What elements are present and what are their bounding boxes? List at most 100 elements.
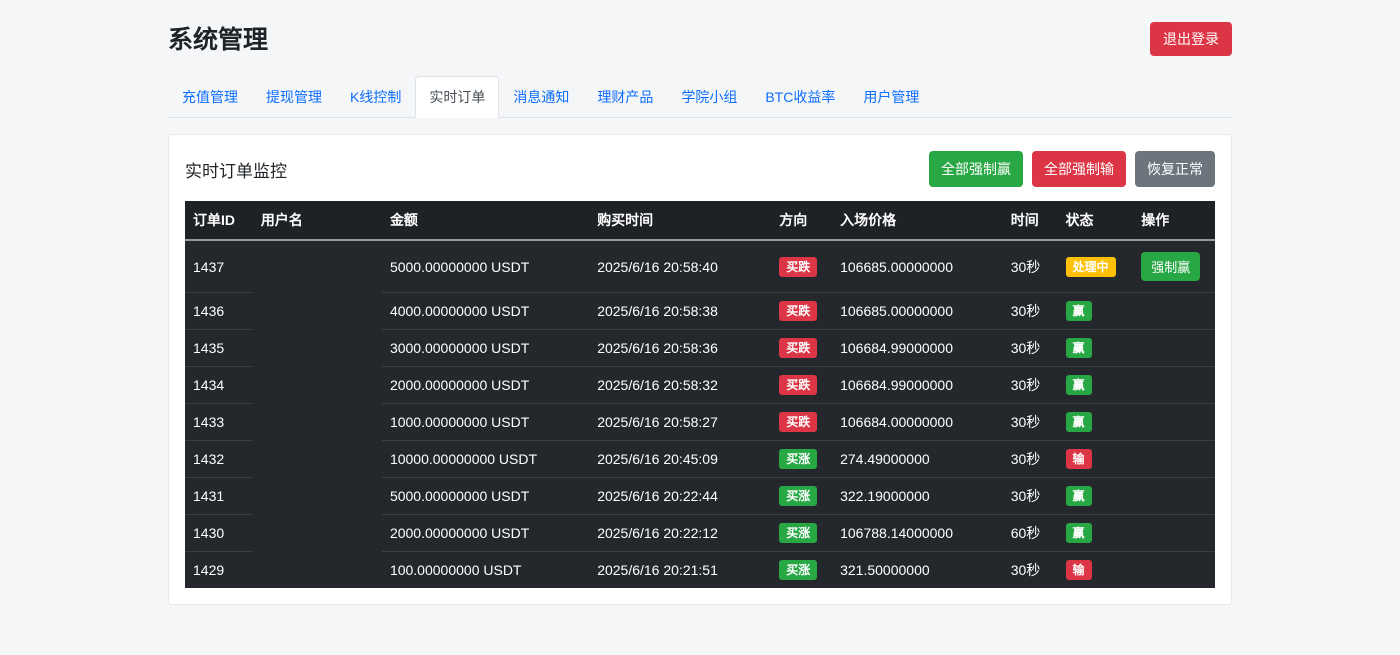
direction-cell: 买涨	[771, 478, 832, 515]
amount-cell: 2000.00000000 USDT	[382, 367, 589, 404]
status-badge: 赢	[1066, 375, 1092, 395]
entry-price-cell: 106684.00000000	[832, 404, 1003, 441]
tab-recharge-management[interactable]: 充值管理	[168, 76, 252, 118]
page-header: 系统管理 退出登录	[168, 0, 1232, 56]
force-win-button[interactable]: 强制赢	[1141, 252, 1200, 281]
username-cell	[253, 478, 382, 515]
status-badge: 赢	[1066, 338, 1092, 358]
duration-cell: 30秒	[1003, 404, 1058, 441]
table-row: 1435 3000.00000000 USDT2025/6/16 20:58:36…	[185, 330, 1215, 367]
order-id-cell: 1434	[185, 367, 253, 404]
direction-badge: 买跌	[779, 301, 817, 321]
amount-cell: 2000.00000000 USDT	[382, 515, 589, 552]
direction-cell: 买跌	[771, 330, 832, 367]
operation-cell	[1133, 367, 1215, 404]
direction-cell: 买涨	[771, 441, 832, 478]
duration-cell: 30秒	[1003, 367, 1058, 404]
tab-user-management[interactable]: 用户管理	[849, 76, 933, 118]
entry-price-cell: 106684.99000000	[832, 330, 1003, 367]
tab-withdraw-management[interactable]: 提现管理	[252, 76, 336, 118]
direction-badge: 买涨	[779, 560, 817, 580]
amount-cell: 3000.00000000 USDT	[382, 330, 589, 367]
operation-cell	[1133, 552, 1215, 589]
operation-cell	[1133, 515, 1215, 552]
tab-realtime-orders[interactable]: 实时订单	[415, 76, 499, 118]
entry-price-cell: 106685.00000000	[832, 240, 1003, 293]
status-cell: 赢	[1058, 367, 1134, 404]
order-id-cell: 1431	[185, 478, 253, 515]
force-all-win-button[interactable]: 全部强制赢	[929, 151, 1023, 187]
tab-finance-products[interactable]: 理财产品	[583, 76, 667, 118]
direction-badge: 买涨	[779, 486, 817, 506]
status-badge: 输	[1066, 560, 1092, 580]
table-row: 14375000.00000000 USDT2025/6/16 20:58:40…	[185, 240, 1215, 293]
username-cell	[253, 240, 382, 293]
force-all-lose-button[interactable]: 全部强制输	[1032, 151, 1126, 187]
status-cell: 赢	[1058, 330, 1134, 367]
direction-cell: 买涨	[771, 552, 832, 589]
duration-cell: 30秒	[1003, 552, 1058, 589]
username-cell	[253, 515, 382, 552]
buy-time-cell: 2025/6/16 20:21:51	[589, 552, 771, 589]
orders-table-head: 订单ID 用户名 金额 购买时间 方向 入场价格 时间 状态 操作	[185, 201, 1215, 240]
duration-cell: 60秒	[1003, 515, 1058, 552]
column-header-order-id: 订单ID	[185, 201, 253, 240]
tab-kline-control[interactable]: K线控制	[336, 76, 415, 118]
operation-cell	[1133, 478, 1215, 515]
buy-time-cell: 2025/6/16 20:22:12	[589, 515, 771, 552]
order-id-cell: 1430	[185, 515, 253, 552]
duration-cell: 30秒	[1003, 441, 1058, 478]
table-row: 14331000.00000000 USDT2025/6/16 20:58:27…	[185, 404, 1215, 441]
column-header-status: 状态	[1058, 201, 1134, 240]
direction-cell: 买涨	[771, 515, 832, 552]
order-id-cell: 1432	[185, 441, 253, 478]
amount-cell: 5000.00000000 USDT	[382, 478, 589, 515]
operation-cell: 强制赢	[1133, 240, 1215, 293]
direction-badge: 买涨	[779, 449, 817, 469]
direction-cell: 买跌	[771, 404, 832, 441]
buy-time-cell: 2025/6/16 20:58:36	[589, 330, 771, 367]
orders-table-body: 14375000.00000000 USDT2025/6/16 20:58:40…	[185, 240, 1215, 588]
table-row: 14315000.00000000 USDT2025/6/16 20:22:44…	[185, 478, 1215, 515]
tab-message-notice[interactable]: 消息通知	[499, 76, 583, 118]
direction-badge: 买涨	[779, 523, 817, 543]
orders-table: 订单ID 用户名 金额 购买时间 方向 入场价格 时间 状态 操作 143750…	[185, 201, 1215, 588]
column-header-username: 用户名	[253, 201, 382, 240]
status-badge: 处理中	[1066, 257, 1116, 277]
restore-normal-button[interactable]: 恢复正常	[1135, 151, 1215, 187]
status-cell: 输	[1058, 441, 1134, 478]
column-header-amount: 金额	[382, 201, 589, 240]
panel-title: 实时订单监控	[185, 157, 287, 182]
tab-academy-group[interactable]: 学院小组	[667, 76, 751, 118]
status-cell: 处理中	[1058, 240, 1134, 293]
status-cell: 输	[1058, 552, 1134, 589]
buy-time-cell: 2025/6/16 20:58:40	[589, 240, 771, 293]
buy-time-cell: 2025/6/16 20:58:27	[589, 404, 771, 441]
status-cell: 赢	[1058, 293, 1134, 330]
page-title: 系统管理	[168, 20, 1232, 56]
entry-price-cell: 322.19000000	[832, 478, 1003, 515]
entry-price-cell: 274.49000000	[832, 441, 1003, 478]
logout-button[interactable]: 退出登录	[1150, 22, 1232, 56]
direction-badge: 买跌	[779, 375, 817, 395]
status-cell: 赢	[1058, 404, 1134, 441]
entry-price-cell: 321.50000000	[832, 552, 1003, 589]
order-id-cell: 1429	[185, 552, 253, 589]
table-row: 1430 2000.00000000 USDT2025/6/16 20:22:12…	[185, 515, 1215, 552]
orders-panel-header: 实时订单监控 全部强制赢全部强制输恢复正常	[185, 151, 1215, 187]
tab-btc-yield-rate[interactable]: BTC收益率	[751, 76, 849, 118]
username-cell	[253, 367, 382, 404]
order-id-cell: 1436	[185, 293, 253, 330]
username-cell	[253, 293, 382, 330]
header-row: 订单ID 用户名 金额 购买时间 方向 入场价格 时间 状态 操作	[185, 201, 1215, 240]
column-header-operation: 操作	[1133, 201, 1215, 240]
tab-bar: 充值管理提现管理K线控制实时订单消息通知理财产品学院小组BTC收益率用户管理	[168, 76, 1232, 118]
buy-time-cell: 2025/6/16 20:58:38	[589, 293, 771, 330]
username-cell	[253, 330, 382, 367]
status-badge: 赢	[1066, 523, 1092, 543]
column-header-price: 入场价格	[832, 201, 1003, 240]
order-id-cell: 1435	[185, 330, 253, 367]
amount-cell: 100.00000000 USDT	[382, 552, 589, 589]
table-row: 14342000.00000000 USDT2025/6/16 20:58:32…	[185, 367, 1215, 404]
status-badge: 赢	[1066, 301, 1092, 321]
